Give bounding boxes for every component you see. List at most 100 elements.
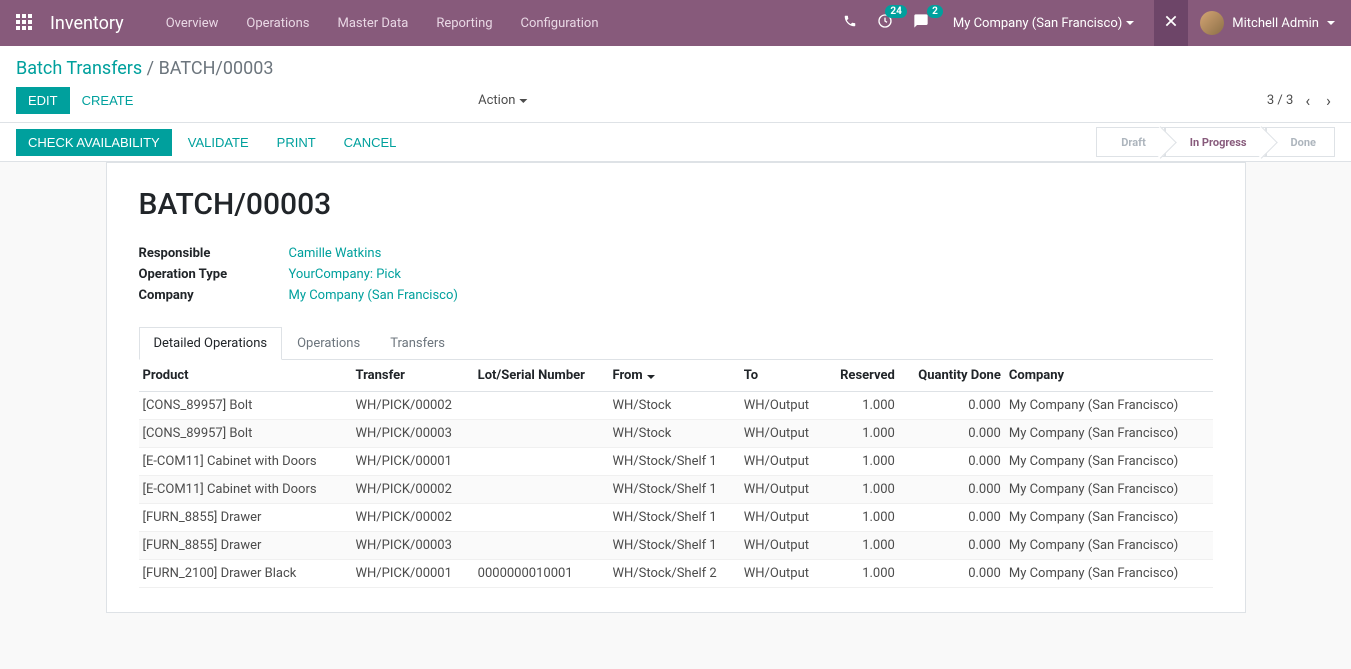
table-row[interactable]: [CONS_89957] BoltWH/PICK/00003WH/StockWH… bbox=[139, 420, 1213, 448]
company-value[interactable]: My Company (San Francisco) bbox=[289, 288, 458, 303]
cell-transfer: WH/PICK/00001 bbox=[352, 448, 474, 476]
pager-prev[interactable]: ‹ bbox=[1301, 89, 1314, 112]
activity-icon[interactable]: 24 bbox=[873, 9, 897, 37]
app-brand[interactable]: Inventory bbox=[50, 13, 124, 34]
cell-lot bbox=[474, 532, 609, 560]
cell-company: My Company (San Francisco) bbox=[1005, 476, 1213, 504]
cell-product: [FURN_8855] Drawer bbox=[139, 532, 352, 560]
table-row[interactable]: [CONS_89957] BoltWH/PICK/00002WH/StockWH… bbox=[139, 392, 1213, 420]
cell-from: WH/Stock/Shelf 2 bbox=[609, 560, 740, 588]
chevron-down-icon bbox=[519, 99, 527, 103]
cell-company: My Company (San Francisco) bbox=[1005, 560, 1213, 588]
tab-operations[interactable]: Operations bbox=[282, 327, 375, 360]
avatar bbox=[1200, 11, 1224, 35]
col-lot[interactable]: Lot/Serial Number bbox=[474, 360, 609, 392]
create-button[interactable]: Create bbox=[70, 87, 146, 114]
pager-next[interactable]: › bbox=[1322, 89, 1335, 112]
main-menu: Overview Operations Master Data Reportin… bbox=[154, 10, 611, 37]
cell-reserved: 1.000 bbox=[825, 392, 898, 420]
cell-from: WH/Stock/Shelf 1 bbox=[609, 476, 740, 504]
cell-product: [CONS_89957] Bolt bbox=[139, 420, 352, 448]
table-row[interactable]: [FURN_8855] DrawerWH/PICK/00002WH/Stock/… bbox=[139, 504, 1213, 532]
check-availability-button[interactable]: Check Availability bbox=[16, 129, 172, 156]
breadcrumb: Batch Transfers / BATCH/00003 bbox=[16, 58, 1335, 79]
menu-reporting[interactable]: Reporting bbox=[424, 10, 504, 37]
cell-from: WH/Stock bbox=[609, 392, 740, 420]
cell-transfer: WH/PICK/00003 bbox=[352, 420, 474, 448]
chevron-down-icon bbox=[1327, 21, 1335, 25]
cell-to: WH/Output bbox=[740, 532, 826, 560]
table-row[interactable]: [FURN_8855] DrawerWH/PICK/00003WH/Stock/… bbox=[139, 532, 1213, 560]
cell-transfer: WH/PICK/00002 bbox=[352, 476, 474, 504]
cell-lot bbox=[474, 420, 609, 448]
print-button[interactable]: Print bbox=[265, 129, 328, 156]
col-product[interactable]: Product bbox=[139, 360, 352, 392]
menu-configuration[interactable]: Configuration bbox=[509, 10, 611, 37]
cell-qty: 0.000 bbox=[899, 420, 1005, 448]
col-reserved[interactable]: Reserved bbox=[825, 360, 898, 392]
activity-badge: 24 bbox=[885, 5, 906, 18]
company-label: Company bbox=[139, 288, 289, 303]
cell-qty: 0.000 bbox=[899, 560, 1005, 588]
cancel-button[interactable]: Cancel bbox=[332, 129, 409, 156]
messages-icon[interactable]: 2 bbox=[909, 9, 933, 37]
table-row[interactable]: [E-COM11] Cabinet with DoorsWH/PICK/0000… bbox=[139, 448, 1213, 476]
cell-reserved: 1.000 bbox=[825, 448, 898, 476]
menu-overview[interactable]: Overview bbox=[154, 10, 231, 37]
status-in-progress[interactable]: In Progress bbox=[1165, 127, 1266, 157]
tab-transfers[interactable]: Transfers bbox=[375, 327, 460, 360]
col-from[interactable]: From bbox=[609, 360, 740, 392]
cell-company: My Company (San Francisco) bbox=[1005, 532, 1213, 560]
cell-company: My Company (San Francisco) bbox=[1005, 392, 1213, 420]
cell-product: [E-COM11] Cabinet with Doors bbox=[139, 476, 352, 504]
cell-company: My Company (San Francisco) bbox=[1005, 504, 1213, 532]
tab-detailed-operations[interactable]: Detailed Operations bbox=[139, 327, 283, 360]
user-menu[interactable]: Mitchell Admin bbox=[1200, 11, 1335, 35]
cell-product: [FURN_2100] Drawer Black bbox=[139, 560, 352, 588]
debug-close-icon[interactable] bbox=[1154, 0, 1188, 46]
sort-desc-icon bbox=[647, 375, 655, 379]
cell-company: My Company (San Francisco) bbox=[1005, 448, 1213, 476]
cell-qty: 0.000 bbox=[899, 504, 1005, 532]
cell-from: WH/Stock/Shelf 1 bbox=[609, 532, 740, 560]
tabs: Detailed Operations Operations Transfers bbox=[139, 327, 1213, 360]
col-transfer[interactable]: Transfer bbox=[352, 360, 474, 392]
cell-reserved: 1.000 bbox=[825, 532, 898, 560]
status-steps: Draft In Progress Done bbox=[1096, 127, 1335, 157]
cell-from: WH/Stock/Shelf 1 bbox=[609, 504, 740, 532]
col-company[interactable]: Company bbox=[1005, 360, 1213, 392]
status-draft[interactable]: Draft bbox=[1096, 127, 1165, 157]
company-selector[interactable]: My Company (San Francisco) bbox=[945, 16, 1142, 31]
menu-operations[interactable]: Operations bbox=[234, 10, 321, 37]
cell-product: [FURN_8855] Drawer bbox=[139, 504, 352, 532]
table-row[interactable]: [E-COM11] Cabinet with DoorsWH/PICK/0000… bbox=[139, 476, 1213, 504]
cell-qty: 0.000 bbox=[899, 532, 1005, 560]
col-to[interactable]: To bbox=[740, 360, 826, 392]
breadcrumb-parent[interactable]: Batch Transfers bbox=[16, 58, 142, 79]
cell-lot bbox=[474, 504, 609, 532]
detailed-operations-table: Product Transfer Lot/Serial Number From … bbox=[139, 360, 1213, 588]
cell-to: WH/Output bbox=[740, 392, 826, 420]
cell-qty: 0.000 bbox=[899, 392, 1005, 420]
edit-button[interactable]: Edit bbox=[16, 87, 70, 114]
validate-button[interactable]: Validate bbox=[176, 129, 261, 156]
operation-type-value[interactable]: YourCompany: Pick bbox=[289, 267, 402, 282]
company-name: My Company (San Francisco) bbox=[953, 16, 1122, 31]
cell-product: [CONS_89957] Bolt bbox=[139, 392, 352, 420]
cell-from: WH/Stock bbox=[609, 420, 740, 448]
messages-badge: 2 bbox=[927, 5, 943, 18]
action-dropdown[interactable]: Action bbox=[478, 93, 527, 108]
apps-icon[interactable] bbox=[16, 14, 34, 32]
action-label: Action bbox=[478, 93, 515, 108]
chevron-down-icon bbox=[1126, 21, 1134, 25]
col-qty-done[interactable]: Quantity Done bbox=[899, 360, 1005, 392]
menu-master-data[interactable]: Master Data bbox=[325, 10, 420, 37]
cell-transfer: WH/PICK/00001 bbox=[352, 560, 474, 588]
cell-reserved: 1.000 bbox=[825, 420, 898, 448]
responsible-value[interactable]: Camille Watkins bbox=[289, 246, 382, 261]
table-row[interactable]: [FURN_2100] Drawer BlackWH/PICK/00001000… bbox=[139, 560, 1213, 588]
phone-icon[interactable] bbox=[839, 10, 861, 36]
pager: 3 / 3 ‹ › bbox=[1267, 89, 1335, 112]
cell-from: WH/Stock/Shelf 1 bbox=[609, 448, 740, 476]
pager-counter[interactable]: 3 / 3 bbox=[1267, 93, 1293, 108]
